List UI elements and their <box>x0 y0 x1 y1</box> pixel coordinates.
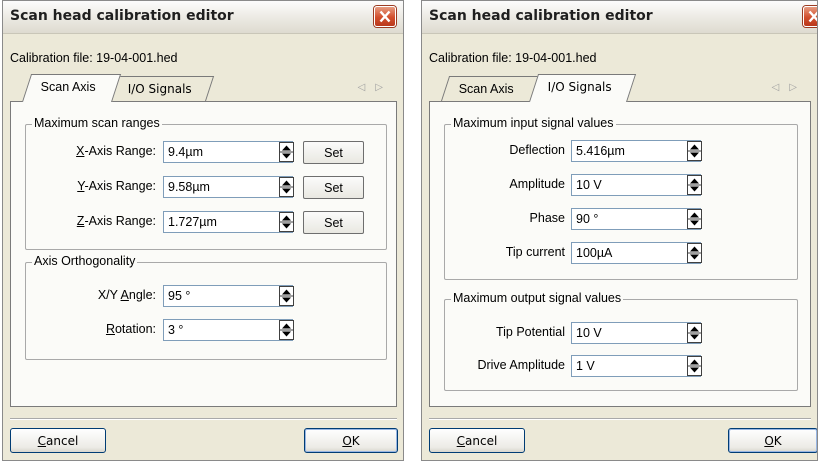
spinner-arrows-icon <box>688 144 701 158</box>
tab-scroll-arrows[interactable]: ◁▷ <box>358 82 393 93</box>
tab-io-signals[interactable]: I/O Signals <box>110 76 215 101</box>
ok-button[interactable]: OK <box>304 428 398 453</box>
window-title: Scan head calibration editor <box>10 8 234 24</box>
tip-current-label: Tip current <box>505 245 565 259</box>
window-title: Scan head calibration editor <box>429 8 653 24</box>
group-maximum-input-signal-values: Maximum input signal values Deflection 5… <box>444 116 798 280</box>
tab-io-signals[interactable]: I/O Signals <box>529 74 637 102</box>
group-title: Axis Orthogonality <box>32 254 138 268</box>
close-button[interactable] <box>803 6 817 27</box>
z-axis-range-field[interactable]: 1.727µm <box>163 211 293 233</box>
spinner-arrows-icon <box>688 212 701 226</box>
z-axis-range-spinner[interactable] <box>279 212 294 232</box>
deflection-label: Deflection <box>509 143 565 157</box>
calibration-file-label: Calibration file: 19-04-001.hed <box>10 51 178 65</box>
ok-button[interactable]: OK <box>728 428 817 453</box>
tab-panel: Maximum input signal values Deflection 5… <box>429 101 811 407</box>
calibration-editor-window-scan-axis: Scan head calibration editor Calibration… <box>2 0 404 461</box>
z-axis-range-label: Z-Axis Range: <box>76 214 156 228</box>
drive-amplitude-field[interactable]: 1 V <box>571 355 701 377</box>
tab-scroll-arrows[interactable]: ◁▷ <box>772 82 807 93</box>
tab-scroll-right-icon[interactable]: ▷ <box>375 82 393 93</box>
deflection-field[interactable]: 5.416µm <box>571 140 701 162</box>
footer-separator <box>429 418 811 420</box>
tip-potential-field[interactable]: 10 V <box>571 322 701 344</box>
xy-angle-spinner[interactable] <box>279 286 294 306</box>
group-maximum-output-signal-values: Maximum output signal values Tip Potenti… <box>444 291 798 391</box>
tab-strip: Scan Axis I/O Signals ◁▷ <box>10 74 397 102</box>
tab-strip: Scan Axis I/O Signals ◁▷ <box>429 74 811 102</box>
y-axis-range-spinner[interactable] <box>279 177 294 197</box>
tab-scroll-left-icon[interactable]: ◁ <box>772 82 790 93</box>
drive-amplitude-spinner[interactable] <box>687 356 702 376</box>
x-axis-range-spinner[interactable] <box>279 142 294 162</box>
drive-amplitude-label: Drive Amplitude <box>477 358 565 372</box>
group-title: Maximum output signal values <box>451 291 624 305</box>
x-axis-range-label: X-Axis Range: <box>76 144 156 158</box>
x-axis-range-field[interactable]: 9.4µm <box>163 141 293 163</box>
spinner-arrows-icon <box>688 359 701 373</box>
tab-scroll-left-icon[interactable]: ◁ <box>358 82 376 93</box>
tip-potential-label: Tip Potential <box>495 325 565 339</box>
tab-scroll-right-icon[interactable]: ▷ <box>789 82 807 93</box>
close-icon <box>379 10 391 23</box>
tip-current-spinner[interactable] <box>687 243 702 263</box>
close-button[interactable] <box>374 6 396 27</box>
footer-separator <box>10 418 397 420</box>
amplitude-field[interactable]: 10 V <box>571 174 701 196</box>
calibration-editor-window-io-signals: Scan head calibration editor Calibration… <box>421 0 818 461</box>
calibration-file-label: Calibration file: 19-04-001.hed <box>429 51 597 65</box>
spinner-arrows-icon <box>280 180 293 194</box>
rotation-label: Rotation: <box>105 322 156 336</box>
y-axis-range-field[interactable]: 9.58µm <box>163 176 293 198</box>
spinner-arrows-icon <box>280 145 293 159</box>
tab-panel: Maximum scan ranges X-Axis Range: 9.4µm … <box>10 101 397 407</box>
tip-current-field[interactable]: 100µA <box>571 242 701 264</box>
cancel-button[interactable]: Cancel <box>10 428 106 453</box>
xy-angle-field[interactable]: 95 ° <box>163 285 293 307</box>
y-axis-set-button[interactable]: Set <box>303 176 364 199</box>
close-icon <box>808 10 817 23</box>
spinner-arrows-icon <box>280 323 293 337</box>
tab-scan-axis[interactable]: Scan Axis <box>441 76 540 101</box>
phase-field[interactable]: 90 ° <box>571 208 701 230</box>
spinner-arrows-icon <box>688 326 701 340</box>
rotation-spinner[interactable] <box>279 320 294 340</box>
phase-spinner[interactable] <box>687 209 702 229</box>
z-axis-set-button[interactable]: Set <box>303 211 364 234</box>
group-title: Maximum input signal values <box>451 116 616 130</box>
phase-label: Phase <box>529 211 565 225</box>
spinner-arrows-icon <box>280 215 293 229</box>
spinner-arrows-icon <box>280 289 293 303</box>
group-maximum-scan-ranges: Maximum scan ranges X-Axis Range: 9.4µm … <box>25 116 387 250</box>
deflection-spinner[interactable] <box>687 141 702 161</box>
group-axis-orthogonality: Axis Orthogonality X/Y Angle: 95 ° Rotat… <box>25 254 387 360</box>
spinner-arrows-icon <box>688 246 701 260</box>
group-title: Maximum scan ranges <box>32 116 162 130</box>
title-bar[interactable]: Scan head calibration editor <box>422 1 817 34</box>
tab-scan-axis[interactable]: Scan Axis <box>22 74 122 102</box>
x-axis-set-button[interactable]: Set <box>303 141 364 164</box>
title-bar[interactable]: Scan head calibration editor <box>3 1 403 34</box>
spinner-arrows-icon <box>688 178 701 192</box>
amplitude-label: Amplitude <box>509 177 565 191</box>
cancel-button[interactable]: Cancel <box>429 428 525 453</box>
amplitude-spinner[interactable] <box>687 175 702 195</box>
y-axis-range-label: Y-Axis Range: <box>77 179 156 193</box>
xy-angle-label: X/Y Angle: <box>97 288 156 302</box>
tip-potential-spinner[interactable] <box>687 323 702 343</box>
rotation-field[interactable]: 3 ° <box>163 319 293 341</box>
